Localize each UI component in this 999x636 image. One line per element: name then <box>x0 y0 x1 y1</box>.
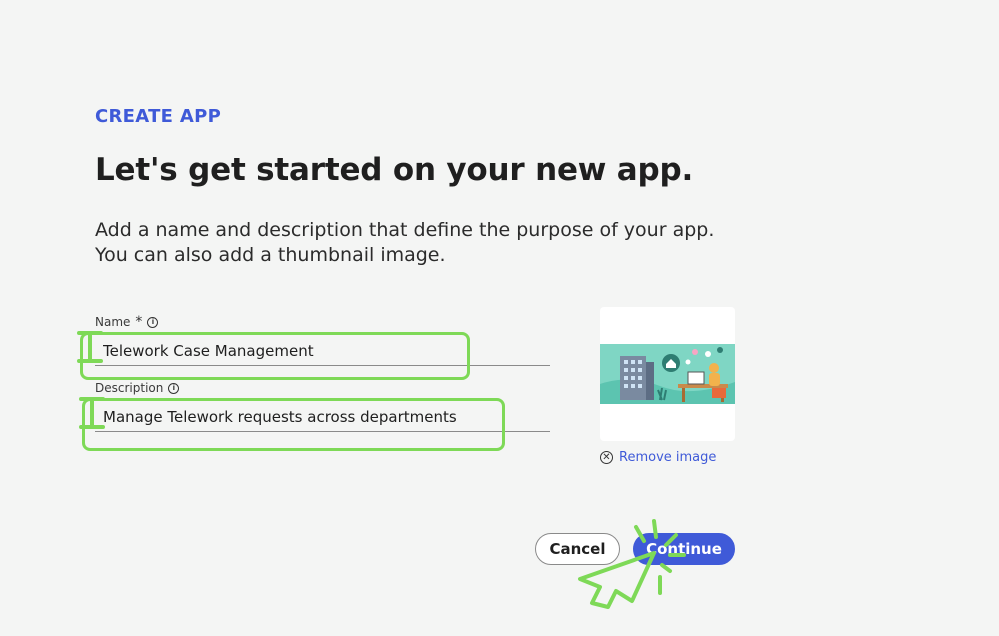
continue-button[interactable]: Continue <box>633 533 735 565</box>
close-circle-icon: ✕ <box>600 451 613 464</box>
name-input[interactable] <box>95 336 550 366</box>
intro-line-1: Add a name and description that define t… <box>95 219 715 241</box>
description-info-icon[interactable]: i <box>168 382 180 394</box>
name-info-icon[interactable]: i <box>147 316 159 328</box>
cancel-button[interactable]: Cancel <box>535 533 620 565</box>
remove-image-link[interactable]: ✕ Remove image <box>600 450 716 465</box>
intro-line-2: You can also add a thumbnail image. <box>95 244 446 266</box>
description-field-label: Description i <box>95 381 180 395</box>
required-marker: * <box>135 314 143 330</box>
page-intro: Add a name and description that define t… <box>95 218 735 268</box>
remove-image-label: Remove image <box>619 450 717 465</box>
name-field-label: Name * i <box>95 314 159 330</box>
click-pointer-icon <box>578 519 686 609</box>
telework-illustration-icon <box>600 344 735 404</box>
description-input[interactable] <box>95 402 550 432</box>
thumbnail-card[interactable] <box>600 307 735 441</box>
description-label-text: Description <box>95 381 164 395</box>
page-title: Let's get started on your new app. <box>95 152 694 188</box>
name-label-text: Name <box>95 315 131 329</box>
page-eyebrow: CREATE APP <box>95 106 222 127</box>
